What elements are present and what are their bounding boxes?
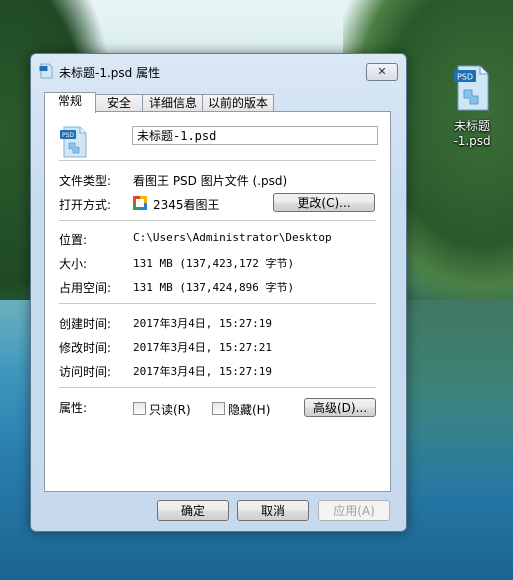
tab-previous-versions[interactable]: 以前的版本 bbox=[202, 94, 274, 112]
desktop-file-icon[interactable]: PSD 未标题 -1.psd bbox=[444, 64, 500, 149]
location-value: C:\Users\Administrator\Desktop bbox=[133, 231, 332, 244]
attributes-label: 属性: bbox=[59, 401, 88, 415]
tab-general[interactable]: 常规 bbox=[44, 92, 96, 113]
desktop-file-label-line2: -1.psd bbox=[453, 134, 491, 148]
file-name-input[interactable]: 未标题-1.psd bbox=[132, 126, 378, 145]
general-panel: PSD 未标题-1.psd 文件类型: 看图王 PSD 图片文件 (.psd) … bbox=[44, 111, 391, 492]
accessed-label: 访问时间: bbox=[59, 365, 112, 379]
close-button[interactable]: ✕ bbox=[366, 63, 398, 81]
psd-file-large-icon: PSD bbox=[60, 126, 87, 158]
modified-value: 2017年3月4日, 15:27:21 bbox=[133, 341, 272, 354]
ok-button[interactable]: 确定 bbox=[157, 500, 229, 521]
tab-security[interactable]: 安全 bbox=[94, 94, 144, 112]
hidden-label[interactable]: 隐藏(H) bbox=[228, 401, 270, 418]
divider bbox=[59, 160, 376, 161]
window-title: 未标题-1.psd 属性 bbox=[59, 66, 161, 80]
readonly-label[interactable]: 只读(R) bbox=[149, 401, 191, 418]
psd-file-small-icon bbox=[39, 63, 53, 79]
properties-dialog: 未标题-1.psd 属性 ✕ 常规 安全 详细信息 以前的版本 PSD 未标题-… bbox=[30, 53, 407, 532]
apply-button[interactable]: 应用(A) bbox=[318, 500, 390, 521]
advanced-button[interactable]: 高级(D)... bbox=[304, 398, 376, 417]
disk-size-value: 131 MB (137,424,896 字节) bbox=[133, 281, 295, 294]
disk-size-label: 占用空间: bbox=[59, 281, 112, 295]
divider bbox=[59, 387, 376, 388]
svg-text:PSD: PSD bbox=[457, 73, 473, 82]
desktop-file-label: 未标题 -1.psd bbox=[444, 119, 500, 149]
wallpaper-reflection bbox=[405, 300, 513, 500]
open-with-label: 打开方式: bbox=[59, 198, 112, 212]
divider bbox=[59, 303, 376, 304]
title-bar[interactable]: 未标题-1.psd 属性 ✕ bbox=[31, 54, 406, 84]
change-button[interactable]: 更改(C)... bbox=[273, 193, 375, 212]
location-label: 位置: bbox=[59, 233, 88, 247]
open-with-value: 2345看图王 bbox=[153, 198, 220, 212]
file-type-label: 文件类型: bbox=[59, 174, 112, 188]
hidden-checkbox[interactable] bbox=[212, 402, 225, 415]
cancel-button[interactable]: 取消 bbox=[237, 500, 309, 521]
divider bbox=[59, 220, 376, 221]
size-value: 131 MB (137,423,172 字节) bbox=[133, 257, 295, 270]
svg-text:PSD: PSD bbox=[62, 132, 74, 139]
created-label: 创建时间: bbox=[59, 317, 112, 331]
size-label: 大小: bbox=[59, 257, 88, 271]
file-type-value: 看图王 PSD 图片文件 (.psd) bbox=[133, 174, 288, 188]
readonly-checkbox[interactable] bbox=[133, 402, 146, 415]
created-value: 2017年3月4日, 15:27:19 bbox=[133, 317, 272, 330]
close-icon: ✕ bbox=[377, 65, 387, 78]
psd-file-icon: PSD bbox=[454, 65, 489, 111]
accessed-value: 2017年3月4日, 15:27:19 bbox=[133, 365, 272, 378]
modified-label: 修改时间: bbox=[59, 341, 112, 355]
image-viewer-app-icon bbox=[133, 196, 147, 210]
tab-details[interactable]: 详细信息 bbox=[142, 94, 204, 112]
desktop-file-label-line1: 未标题 bbox=[453, 119, 490, 133]
